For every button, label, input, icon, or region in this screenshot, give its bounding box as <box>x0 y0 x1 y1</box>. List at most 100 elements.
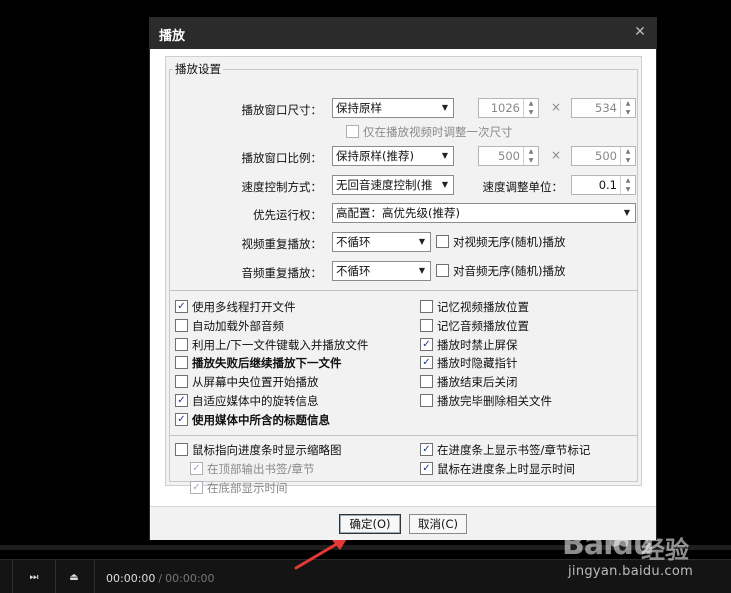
window-height-stepper[interactable]: 534 ▲ ▼ <box>571 98 636 118</box>
show-time-label: 鼠标在进度条上时显示时间 <box>437 462 575 476</box>
arrow-up-icon[interactable]: ▲ <box>524 147 538 156</box>
window-ratio-select[interactable]: 保持原样(推荐) ▼ <box>332 146 454 166</box>
time-display: 00:00:00/00:00:00 <box>106 572 215 585</box>
chevron-down-icon: ▼ <box>414 233 430 251</box>
bottom-time-label: 在底部显示时间 <box>207 481 288 495</box>
window-ratio-label: 播放窗口比例： <box>241 151 323 165</box>
ratio-width-stepper[interactable]: 500 ▲ ▼ <box>478 146 539 166</box>
window-ratio-value: 保持原样(推荐) <box>336 149 414 163</box>
checkbox-box <box>420 394 433 407</box>
ratio-height-stepper[interactable]: 500 ▲ ▼ <box>571 146 636 166</box>
arrow-down-icon[interactable]: ▼ <box>524 108 538 117</box>
video-repeat-select[interactable]: 不循环 ▼ <box>332 232 431 252</box>
priority-label: 优先运行权： <box>253 208 322 222</box>
stepper-buttons[interactable]: ▲ ▼ <box>620 147 635 165</box>
thumbnail-label: 鼠标指向进度条时显示缩略图 <box>192 443 342 457</box>
stepper-buttons[interactable]: ▲ ▼ <box>523 99 538 117</box>
current-time: 00:00:00 <box>106 572 156 585</box>
dialog-titlebar[interactable]: 播放 ✕ <box>150 18 656 49</box>
option-right-label: 记忆视频播放位置 <box>437 300 529 314</box>
window-size-select[interactable]: 保持原样 ▼ <box>332 98 454 118</box>
next-icon[interactable]: ⏭ <box>24 570 44 586</box>
stepper-buttons[interactable]: ▲ ▼ <box>523 147 538 165</box>
audio-repeat-label: 音频重复播放： <box>241 266 323 280</box>
separator <box>55 560 56 593</box>
ok-button[interactable]: 确定(O) <box>339 514 401 534</box>
option-right-label: 播放完毕删除相关文件 <box>437 394 552 408</box>
divider <box>169 290 638 291</box>
checkbox-box <box>436 235 449 248</box>
speed-unit-stepper[interactable]: 0.1 ▲ ▼ <box>571 175 636 195</box>
checkbox-box: ✓ <box>420 356 433 370</box>
checkbox-box <box>420 375 433 389</box>
checkbox-box <box>175 337 188 351</box>
arrow-up-icon[interactable]: ▲ <box>524 99 538 108</box>
window-size-value: 保持原样 <box>336 101 382 115</box>
stepper-buttons[interactable]: ▲ ▼ <box>620 176 635 194</box>
stepper-buttons[interactable]: ▲ ▼ <box>620 99 635 117</box>
window-height-value: 534 <box>595 101 617 115</box>
checkbox-box <box>175 356 188 370</box>
chevron-down-icon: ▼ <box>437 99 453 117</box>
checkbox-box: ✓ <box>190 481 203 494</box>
arrow-up-icon[interactable]: ▲ <box>621 99 635 108</box>
times-sign: × <box>551 148 562 162</box>
window-width-stepper[interactable]: 1026 ▲ ▼ <box>478 98 539 118</box>
chevron-down-icon: ▼ <box>437 176 453 194</box>
option-left-label: 自动加载外部音频 <box>192 318 284 333</box>
close-icon[interactable]: ✕ <box>632 24 648 40</box>
arrow-down-icon[interactable]: ▼ <box>621 108 635 117</box>
checkbox-box: ✓ <box>175 394 188 407</box>
settings-panel: 播放设置 播放窗口尺寸： 保持原样 ▼ 1026 ▲ ▼ × 534 ▲ ▼ 仅在播… <box>165 56 642 495</box>
audio-repeat-value: 不循环 <box>336 264 371 278</box>
option-left-label: 从屏幕中央位置开始播放 <box>192 375 319 390</box>
separator <box>94 560 95 593</box>
checkbox-box: ✓ <box>420 337 433 351</box>
option-right-label: 记忆音频播放位置 <box>437 318 529 333</box>
divider <box>169 435 638 436</box>
video-repeat-label: 视频重复播放： <box>241 237 323 251</box>
arrow-up-icon[interactable]: ▲ <box>621 147 635 156</box>
adjust-once-label: 仅在播放视频时调整一次尺寸 <box>363 125 513 139</box>
total-time: 00:00:00 <box>165 572 215 585</box>
window-width-value: 1026 <box>490 101 520 115</box>
option-left-label: 使用多线程打开文件 <box>192 300 296 314</box>
option-left-label: 使用媒体中所含的标题信息 <box>192 412 330 427</box>
playback-dialog: 播放 ✕ 播放设置 播放窗口尺寸： 保持原样 ▼ 1026 ▲ ▼ × 534 ▲… <box>149 17 657 540</box>
priority-select[interactable]: 高配置：高优先级(推荐) ▼ <box>332 203 636 223</box>
time-separator: / <box>158 572 163 585</box>
arrow-down-icon[interactable]: ▼ <box>621 185 635 194</box>
eject-icon[interactable]: ⏏ <box>64 570 84 586</box>
checkbox-box <box>175 443 188 456</box>
checkbox-box <box>346 125 359 138</box>
ratio-height-value: 500 <box>595 149 617 163</box>
arrow-down-icon[interactable]: ▼ <box>621 156 635 165</box>
window-size-label: 播放窗口尺寸： <box>241 103 323 117</box>
video-repeat-value: 不循环 <box>336 235 371 249</box>
checkbox-box <box>420 318 433 332</box>
checkbox-box: ✓ <box>175 300 188 313</box>
checkbox-box: ✓ <box>190 462 203 475</box>
option-right-label: 播放时隐藏指针 <box>437 356 518 371</box>
checkbox-box: ✓ <box>420 443 433 456</box>
option-right-label: 播放结束后关闭 <box>437 375 518 390</box>
watermark-url: jingyan.baidu.com <box>568 564 694 579</box>
arrow-up-icon[interactable]: ▲ <box>621 176 635 185</box>
video-shuffle-label: 对视频无序(随机)播放 <box>453 235 566 249</box>
times-sign: × <box>551 100 562 114</box>
dialog-title: 播放 <box>159 29 186 44</box>
option-left-label: 播放失败后继续播放下一文件 <box>192 356 342 371</box>
cancel-button[interactable]: 取消(C) <box>409 514 467 534</box>
chevron-down-icon: ▼ <box>414 262 430 280</box>
separator <box>12 560 13 593</box>
show-bookmarks-label: 在进度条上显示书签/章节标记 <box>437 443 591 457</box>
option-right-label: 播放时禁止屏保 <box>437 337 518 352</box>
checkbox-box <box>420 300 433 313</box>
ratio-width-value: 500 <box>498 149 520 163</box>
speed-control-value: 无回音速度控制(推 <box>336 178 433 192</box>
speed-control-select[interactable]: 无回音速度控制(推 ▼ <box>332 175 454 195</box>
top-output-label: 在顶部输出书签/章节 <box>207 462 315 476</box>
checkbox-box <box>175 318 188 332</box>
arrow-down-icon[interactable]: ▼ <box>524 156 538 165</box>
audio-repeat-select[interactable]: 不循环 ▼ <box>332 261 431 281</box>
